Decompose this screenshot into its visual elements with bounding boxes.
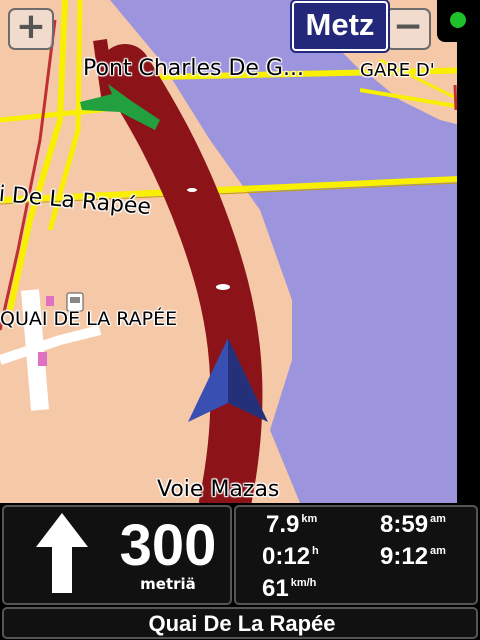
train-station-icon-window — [70, 297, 80, 303]
current-time: 8:59 am — [380, 511, 446, 539]
road-right-red — [453, 84, 458, 111]
current-street-name: Quai De La Rapée — [148, 611, 336, 636]
arrow-straight-icon — [36, 513, 88, 593]
street-bar[interactable]: Quai De La Rapée — [2, 607, 478, 639]
current-time-unit: am — [430, 513, 446, 525]
gps-status[interactable] — [437, 0, 480, 42]
map-label-voie: Voie Mazas — [157, 477, 280, 502]
city-name-badge: Metz — [292, 1, 388, 51]
zoom-in-button[interactable]: + — [8, 8, 54, 50]
arrival-time: 9:12 am — [380, 543, 446, 571]
instruction-unit: metriä — [140, 575, 196, 593]
arrival-time-unit: am — [430, 545, 446, 557]
poi-marker-pink-2 — [46, 296, 54, 306]
instruction-box[interactable]: 300 metriä — [2, 505, 232, 605]
remaining-distance-unit: km — [301, 513, 318, 525]
speed-unit: km/h — [290, 577, 317, 589]
speed-value: 61 — [262, 575, 289, 602]
remaining-distance: 7.9 km — [266, 511, 317, 539]
remaining-time: 0:12 h — [262, 543, 319, 571]
route-dot-2 — [187, 188, 197, 192]
gps-signal-icon — [450, 12, 466, 28]
current-speed: 61 km/h — [262, 575, 316, 603]
instruction-distance: 300 — [119, 513, 217, 578]
trip-info-box[interactable]: 7.9 km 0:12 h 61 km/h 8:59 am 9:12 am — [234, 505, 478, 605]
current-time-value: 8:59 — [380, 511, 429, 538]
route-dot — [216, 284, 230, 290]
poi-marker-pink — [38, 352, 47, 366]
map-label-station: GARE D' — [360, 60, 435, 81]
navigation-screen: Pont Charles De G... GARE D' i De La Rap… — [0, 0, 480, 640]
nav-panel: 300 metriä 7.9 km 0:12 h 61 km/h 8:59 am 9:1… — [0, 503, 480, 640]
map-label-poi: QUAI DE LA RAPÉE — [0, 308, 178, 330]
arrival-time-value: 9:12 — [380, 543, 429, 570]
zoom-out-button[interactable]: − — [385, 8, 431, 50]
side-strip — [457, 42, 480, 503]
remaining-time-value: 0:12 — [262, 543, 311, 570]
remaining-time-unit: h — [312, 545, 319, 557]
map-label-bridge: Pont Charles De G... — [83, 56, 304, 81]
remaining-distance-value: 7.9 — [266, 511, 300, 538]
